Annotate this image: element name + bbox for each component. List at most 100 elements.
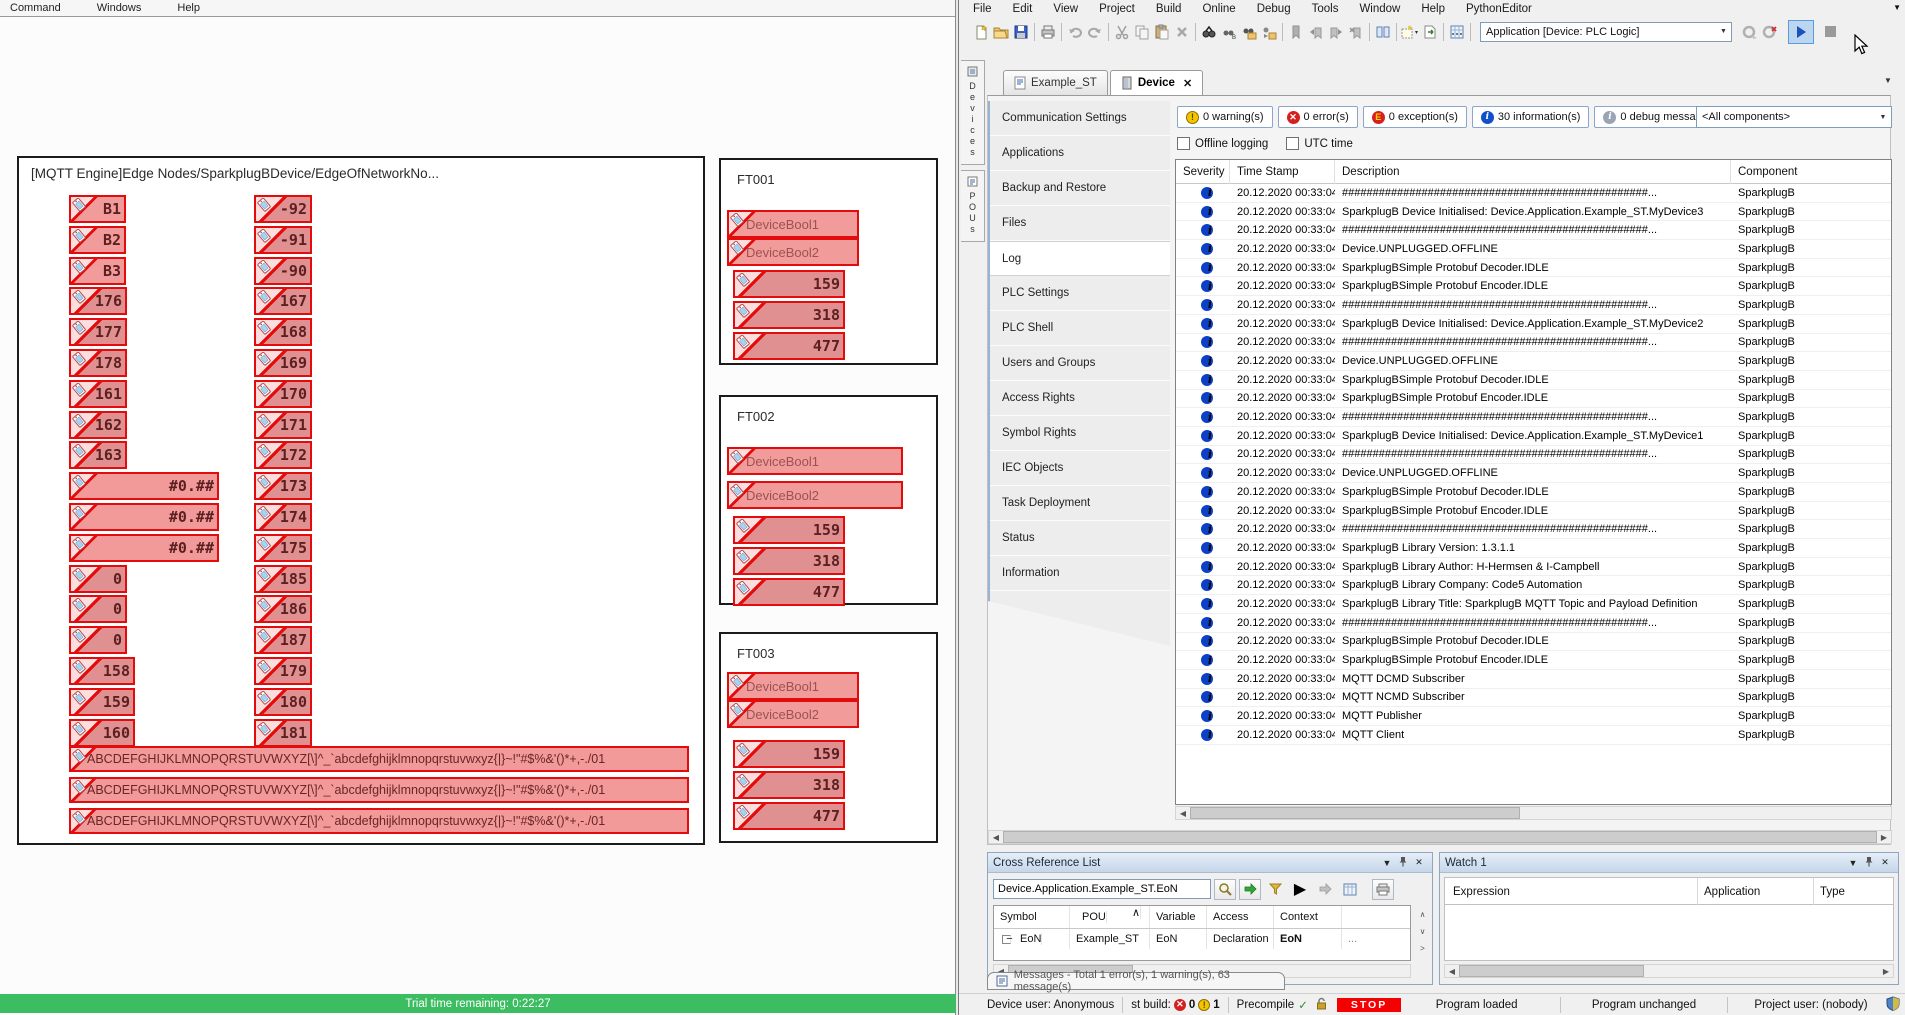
column-header[interactable]: Type (1813, 878, 1845, 906)
device-nav-item[interactable]: Applications (990, 136, 1170, 171)
log-row[interactable]: i 20.12.2020 00:33:04 ##################… (1176, 614, 1891, 633)
scroll-up-icon[interactable]: ∧ (1420, 910, 1426, 919)
device-nav-item[interactable]: Log (990, 241, 1170, 276)
tab-device[interactable]: Device ✕ (1110, 70, 1203, 95)
crossref-row[interactable]: −EoN Example_ST EoN Declaration EoN ... (994, 929, 1410, 949)
menu-item[interactable]: View (1053, 3, 1078, 15)
chevron-down-icon[interactable]: ▼ (1379, 858, 1395, 868)
device-nav-item[interactable]: Users and Groups (990, 346, 1170, 381)
new-file-icon[interactable] (971, 22, 991, 42)
chevron-down-icon[interactable]: ▼ (1845, 858, 1861, 868)
new-device-icon[interactable] (1400, 22, 1420, 42)
export-icon[interactable] (1420, 22, 1440, 42)
close-icon[interactable]: ✕ (1183, 77, 1192, 90)
menu-item[interactable]: Help (177, 2, 200, 14)
bookmark-prev-icon[interactable] (1306, 22, 1326, 42)
device-nav-item[interactable]: Status (990, 521, 1170, 556)
menu-item[interactable]: Debug (1257, 3, 1291, 15)
log-row[interactable]: i 20.12.2020 00:33:04 SparkplugBSimple P… (1176, 483, 1891, 502)
menu-item[interactable]: Edit (1013, 3, 1033, 15)
log-row[interactable]: i 20.12.2020 00:33:04 Device.UNPLUGGED.O… (1176, 352, 1891, 371)
column-header[interactable]: Expression (1453, 878, 1510, 906)
copy-icon[interactable] (1132, 22, 1152, 42)
scroll-left-icon[interactable]: ◀ (1176, 809, 1190, 818)
undo-icon[interactable] (1065, 22, 1085, 42)
column-header[interactable]: Severity (1176, 160, 1230, 184)
chevron-down-icon[interactable]: ▼ (1716, 28, 1731, 35)
component-filter-combobox[interactable]: <All components> ▼ (1696, 106, 1892, 128)
log-row[interactable]: i 20.12.2020 00:33:04 Device.UNPLUGGED.O… (1176, 464, 1891, 483)
log-table-hscrollbar[interactable]: ◀ (1175, 806, 1892, 820)
tab-devices[interactable]: Devices (961, 60, 985, 165)
device-nav-item[interactable]: Backup and Restore (990, 171, 1170, 206)
delete-icon[interactable] (1172, 22, 1192, 42)
jump-icon[interactable] (1314, 879, 1336, 900)
table-view-icon[interactable] (1339, 879, 1361, 900)
watch-hscrollbar[interactable]: ◀ ▶ (1444, 964, 1894, 978)
crossref-search-input[interactable] (993, 879, 1211, 899)
column-header[interactable]: Application (1697, 878, 1760, 906)
column-header[interactable]: Context (1274, 906, 1342, 928)
log-row[interactable]: i 20.12.2020 00:33:04 ##################… (1176, 184, 1891, 203)
log-row[interactable]: i 20.12.2020 00:33:04 SparkplugB Library… (1176, 558, 1891, 577)
paste-icon[interactable] (1152, 22, 1172, 42)
tab-pous[interactable]: POUs (961, 170, 985, 242)
scroll-right-icon[interactable]: > (1420, 944, 1425, 953)
menu-item[interactable]: Project (1099, 3, 1135, 15)
log-row[interactable]: i 20.12.2020 00:33:04 MQTT Publisher Spa… (1176, 707, 1891, 726)
find-replace-icon[interactable] (1239, 22, 1259, 42)
pin-icon[interactable] (1861, 856, 1877, 869)
column-header[interactable]: POU∧ (1070, 906, 1150, 928)
cut-icon[interactable] (1112, 22, 1132, 42)
find-icon[interactable] (1199, 22, 1219, 42)
filter-icon[interactable] (1264, 879, 1286, 900)
log-row[interactable]: i 20.12.2020 00:33:04 ##################… (1176, 520, 1891, 539)
log-row[interactable]: i 20.12.2020 00:33:04 MQTT DCMD Subscrib… (1176, 670, 1891, 689)
checkbox-icon[interactable] (1177, 137, 1190, 150)
scroll-right-icon[interactable]: ▶ (1879, 967, 1893, 976)
menu-item[interactable]: File (973, 3, 992, 15)
log-filter-button[interactable]: E 0 exception(s) (1363, 106, 1467, 128)
log-row[interactable]: i 20.12.2020 00:33:04 SparkplugBSimple P… (1176, 371, 1891, 390)
log-row[interactable]: i 20.12.2020 00:33:04 SparkplugB Device … (1176, 427, 1891, 446)
device-nav-item[interactable]: PLC Settings (990, 276, 1170, 311)
login-icon[interactable] (1740, 22, 1760, 42)
device-nav-item[interactable]: Communication Settings (990, 101, 1170, 136)
panel-titlebar[interactable]: Cross Reference List ▼ ✕ (988, 853, 1432, 873)
log-row[interactable]: i 20.12.2020 00:33:04 SparkplugBSimple P… (1176, 277, 1891, 296)
tab-example-st[interactable]: Example_ST (1003, 70, 1108, 95)
pin-icon[interactable] (1395, 856, 1411, 869)
device-nav-item[interactable]: IEC Objects (990, 451, 1170, 486)
messages-tab[interactable]: Messages - Total 1 error(s), 1 warning(s… (987, 972, 1285, 990)
scroll-left-icon[interactable]: ◀ (1445, 967, 1459, 976)
menu-item[interactable]: Online (1202, 3, 1235, 15)
log-row[interactable]: i 20.12.2020 00:33:04 SparkplugB Device … (1176, 203, 1891, 222)
scroll-right-icon[interactable]: ▶ (1877, 833, 1891, 842)
column-header[interactable]: Access (1207, 906, 1274, 928)
log-row[interactable]: i 20.12.2020 00:33:04 SparkplugBSimple P… (1176, 502, 1891, 521)
menu-item[interactable]: Tools (1312, 3, 1339, 15)
build-icon[interactable] (1447, 22, 1467, 42)
log-row[interactable]: i 20.12.2020 00:33:04 ##################… (1176, 408, 1891, 427)
bookmark-clear-icon[interactable] (1346, 22, 1366, 42)
window-caret-icon[interactable]: ▼ (1893, 3, 1901, 12)
log-row[interactable]: i 20.12.2020 00:33:04 Device.UNPLUGGED.O… (1176, 240, 1891, 259)
active-application-combobox[interactable]: Application [Device: PLC Logic] ▼ (1480, 22, 1732, 42)
crossref-vscrollbar[interactable]: ∧ ∨ > (1415, 907, 1430, 979)
log-row[interactable]: i 20.12.2020 00:33:04 ##################… (1176, 446, 1891, 465)
log-row[interactable]: i 20.12.2020 00:33:04 SparkplugB Library… (1176, 539, 1891, 558)
print-icon[interactable] (1372, 879, 1394, 900)
watch-table-body[interactable] (1444, 905, 1894, 961)
compare-icon[interactable] (1373, 22, 1393, 42)
column-header[interactable]: Time Stamp (1230, 160, 1335, 184)
log-row[interactable]: i 20.12.2020 00:33:04 MQTT Client Sparkp… (1176, 726, 1891, 745)
close-icon[interactable]: ✕ (1877, 857, 1893, 868)
print-icon[interactable] (1038, 22, 1058, 42)
tab-list-caret-icon[interactable]: ▼ (1884, 76, 1892, 85)
search-icon[interactable] (1214, 879, 1236, 900)
close-icon[interactable]: ✕ (1411, 857, 1427, 868)
scrollbar-thumb[interactable] (1003, 831, 1877, 843)
device-nav-item[interactable]: Symbol Rights (990, 416, 1170, 451)
logout-icon[interactable] (1760, 22, 1780, 42)
menu-item[interactable]: Windows (97, 2, 142, 14)
